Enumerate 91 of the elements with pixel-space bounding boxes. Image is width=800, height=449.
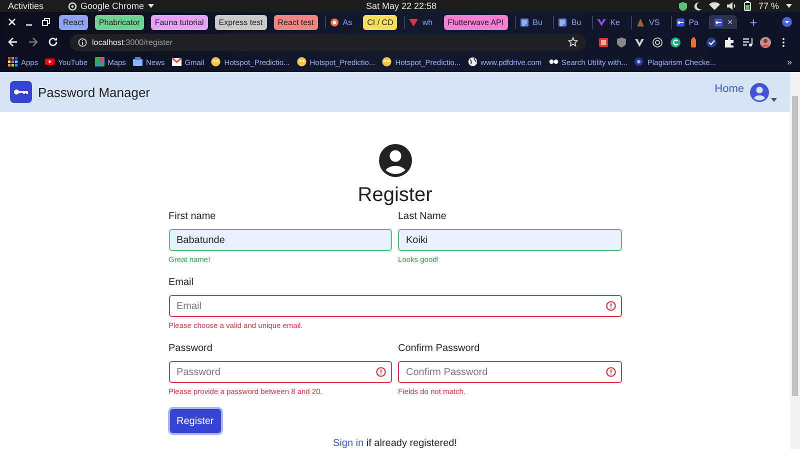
key-icon	[714, 18, 724, 26]
home-link[interactable]: Home	[714, 83, 744, 95]
key-icon	[676, 18, 685, 26]
activities-button[interactable]: Activities	[8, 1, 44, 11]
sign-in-link[interactable]: Sign in	[333, 438, 364, 449]
star-icon[interactable]	[568, 37, 578, 47]
circle-icon	[634, 57, 644, 67]
tab-group[interactable]: React	[59, 14, 88, 30]
sign-in-text: if already registered!	[365, 438, 457, 449]
gear-icon	[68, 2, 77, 10]
map-icon	[94, 57, 105, 67]
scrollbar[interactable]	[790, 72, 800, 449]
field-label: Email	[168, 277, 195, 289]
puzzle-icon[interactable]	[724, 36, 735, 48]
browser-tab[interactable]: wh	[404, 16, 437, 28]
app-menu[interactable]: Google Chrome	[80, 1, 144, 11]
volume-icon	[727, 2, 738, 10]
browser-tab[interactable]: VS	[631, 16, 664, 28]
browser-tab[interactable]: Bu	[514, 16, 546, 28]
caret-icon	[148, 4, 154, 8]
restore-icon[interactable]	[42, 18, 50, 26]
tab-group[interactable]: React test	[274, 14, 318, 30]
newspaper-icon	[132, 57, 143, 67]
browser-tab[interactable]: Ke	[592, 16, 624, 28]
tab-group[interactable]: Phabricator	[94, 14, 144, 30]
square-icon[interactable]	[598, 36, 609, 48]
target-icon[interactable]	[652, 36, 663, 48]
brand-name[interactable]: Password Manager	[38, 84, 150, 100]
triangle-icon	[409, 18, 418, 26]
circle-icon[interactable]	[670, 36, 681, 48]
moon-icon	[694, 2, 702, 10]
document-icon	[520, 18, 529, 26]
tab-group[interactable]: CI / CD	[363, 14, 398, 30]
smiley-icon	[382, 57, 392, 67]
address-field[interactable]: localhost:3000/register	[70, 34, 586, 50]
browser-tab[interactable]: Bu	[553, 16, 586, 28]
profile-avatar-icon[interactable]	[760, 36, 771, 48]
envelope-icon	[172, 57, 182, 67]
triangle-icon	[636, 18, 646, 26]
tab-group[interactable]: Flutterwave API	[444, 14, 508, 30]
input-field[interactable]: Confirm Password	[398, 361, 622, 383]
forward-icon	[28, 37, 38, 47]
v-logo-icon[interactable]	[634, 36, 645, 48]
field-label: Confirm Password	[398, 343, 481, 355]
close-icon[interactable]	[8, 18, 16, 26]
register-button[interactable]: Register	[170, 409, 221, 433]
browser-tab[interactable]: ×	[709, 15, 737, 29]
user-avatar-icon	[378, 144, 412, 177]
circle-icon	[330, 18, 339, 26]
document-icon	[558, 18, 568, 26]
field-label: Password	[168, 343, 214, 355]
page-title: Register	[356, 184, 434, 207]
browser-tab[interactable]: As	[324, 16, 356, 28]
alert-icon	[606, 301, 616, 311]
alert-icon	[376, 367, 386, 377]
key-logo-icon[interactable]	[10, 81, 32, 103]
caret-icon[interactable]	[786, 4, 792, 8]
dropdown-icon[interactable]	[782, 17, 792, 27]
new-tab-button[interactable]: +	[750, 14, 758, 30]
reload-icon[interactable]	[48, 37, 58, 47]
shield-icon[interactable]	[616, 36, 627, 48]
input-field[interactable]: Email	[168, 295, 622, 317]
apps-icon	[8, 57, 18, 67]
v-logo-icon	[597, 18, 606, 26]
dots-icon	[548, 57, 559, 67]
user-avatar-icon	[750, 82, 769, 102]
playlist-icon[interactable]	[742, 36, 753, 48]
tab-group[interactable]: Express test	[214, 14, 267, 30]
battery-icon	[744, 1, 752, 11]
field-label: Last Name	[398, 211, 448, 223]
battery-percent: 77 %	[758, 1, 779, 11]
check-circle-icon[interactable]	[706, 36, 717, 48]
input-field[interactable]: Password	[168, 361, 392, 383]
shield-icon	[679, 2, 688, 10]
play-icon	[45, 57, 56, 67]
alert-icon	[606, 367, 616, 377]
clock[interactable]: Sat May 22 22:58	[366, 1, 437, 11]
url-text: localhost:3000/register	[92, 38, 172, 46]
info-icon[interactable]	[78, 38, 87, 46]
input-field[interactable]: Koiki	[398, 229, 622, 251]
caret-icon	[771, 98, 777, 102]
tab-group[interactable]: Fauna tutorial	[150, 14, 208, 30]
smiley-icon	[211, 57, 222, 67]
wifi-icon	[709, 2, 720, 10]
back-icon[interactable]	[8, 37, 18, 47]
smiley-icon	[296, 57, 307, 67]
browser-tab[interactable]: Pa	[670, 16, 702, 28]
user-menu[interactable]	[750, 82, 777, 102]
input-field[interactable]: Babatunde	[168, 229, 392, 251]
field-label: First name	[168, 211, 217, 223]
more-bookmarks-button[interactable]: »	[786, 57, 792, 67]
